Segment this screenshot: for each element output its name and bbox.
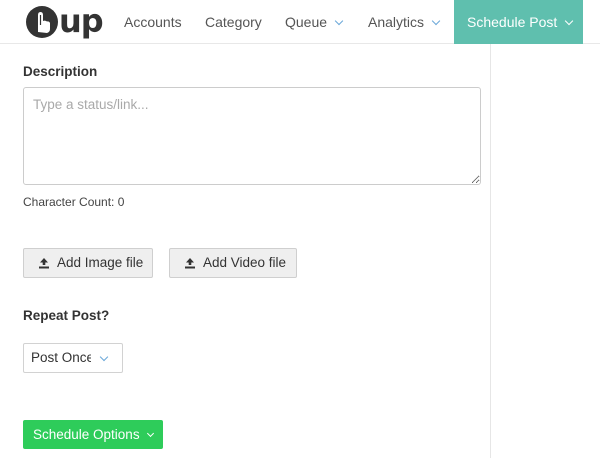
nav-analytics[interactable]: Analytics xyxy=(368,0,441,44)
add-image-button[interactable]: Add Image file xyxy=(23,248,153,278)
chevron-down-icon xyxy=(146,429,154,438)
nav-accounts[interactable]: Accounts xyxy=(124,0,182,44)
chevron-down-icon xyxy=(334,16,344,26)
character-count: Character Count: 0 xyxy=(23,195,125,209)
right-column-divider xyxy=(490,44,491,458)
top-navbar: up Accounts Category Queue Analytics Sch… xyxy=(0,0,600,44)
description-label: Description xyxy=(23,64,98,79)
add-image-label: Add Image file xyxy=(57,255,144,270)
nav-queue[interactable]: Queue xyxy=(285,0,344,44)
brand-logo-text: up xyxy=(59,2,104,40)
description-input[interactable] xyxy=(23,87,481,185)
brand-logo[interactable]: up xyxy=(25,2,105,40)
repeat-post-selected-value: Post Once xyxy=(31,350,91,365)
add-video-label: Add Video file xyxy=(203,255,287,270)
nav-analytics-label: Analytics xyxy=(368,14,425,30)
chevron-down-icon xyxy=(431,16,441,26)
repeat-post-label: Repeat Post? xyxy=(23,308,110,323)
upload-icon xyxy=(39,258,49,269)
add-video-button[interactable]: Add Video file xyxy=(169,248,297,278)
schedule-options-label: Schedule Options xyxy=(33,427,140,442)
nav-schedule-post[interactable]: Schedule Post xyxy=(454,0,583,44)
nav-accounts-label: Accounts xyxy=(124,14,182,30)
hand-pointer-logo-icon xyxy=(26,6,58,38)
repeat-post-select[interactable]: Post Once xyxy=(23,343,123,373)
chevron-down-icon xyxy=(565,16,574,26)
nav-category[interactable]: Category xyxy=(205,0,262,44)
nav-queue-label: Queue xyxy=(285,14,328,30)
chevron-down-icon xyxy=(99,352,109,362)
nav-schedule-post-label: Schedule Post xyxy=(467,14,558,30)
nav-category-label: Category xyxy=(205,14,262,30)
schedule-options-button[interactable]: Schedule Options xyxy=(23,420,163,449)
upload-icon xyxy=(185,258,195,269)
